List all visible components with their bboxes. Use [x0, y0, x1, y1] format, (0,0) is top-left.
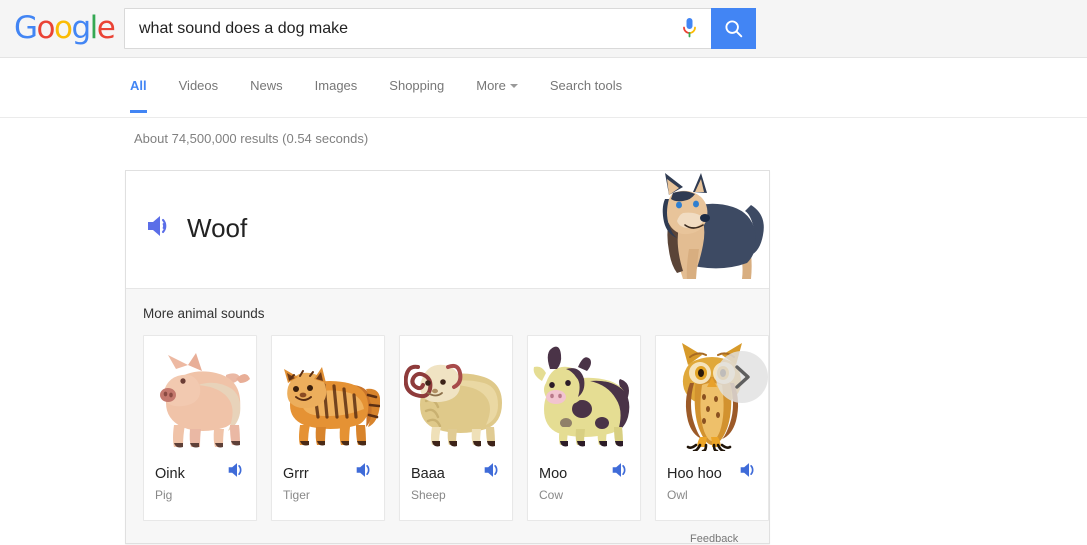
speaker-glyph [611, 461, 631, 479]
speaker-icon[interactable] [227, 461, 247, 484]
dog-illustration-glyph [639, 171, 769, 288]
speaker-icon[interactable] [611, 461, 631, 484]
animal-card-name: Cow [539, 488, 563, 502]
tab-search-tools[interactable]: Search tools [550, 78, 622, 113]
animal-cards-strip: Oink Pig [143, 335, 769, 521]
tab-more[interactable]: More [476, 78, 518, 113]
animal-card-name: Owl [667, 488, 688, 502]
tab-images-label: Images [315, 78, 358, 93]
more-animal-sounds-title: More animal sounds [143, 306, 769, 321]
answer-sound-row[interactable]: Woof [146, 213, 247, 244]
google-logo[interactable]: Google [14, 11, 114, 45]
chevron-down-icon [510, 84, 518, 88]
chevron-right-icon [731, 364, 753, 390]
logo-letter-4: l [90, 11, 97, 45]
logo-letter-3: g [71, 11, 89, 45]
search-nav-bar: All Videos News Images Shopping More Sea… [0, 58, 1087, 118]
sheep-illustration [400, 336, 512, 454]
speaker-icon[interactable] [739, 461, 759, 484]
speaker-icon[interactable] [483, 461, 503, 484]
tab-more-label: More [476, 78, 506, 93]
tab-news[interactable]: News [250, 78, 283, 113]
answer-sound-text: Woof [187, 213, 247, 244]
tab-images[interactable]: Images [315, 78, 358, 113]
tab-videos[interactable]: Videos [179, 78, 219, 113]
speaker-icon[interactable] [355, 461, 375, 484]
logo-letter-0: G [14, 11, 37, 45]
speaker-glyph [483, 461, 503, 479]
search-input[interactable] [125, 9, 667, 48]
animal-card-pig[interactable]: Oink Pig [143, 335, 257, 521]
tiger-illustration-glyph [276, 339, 380, 451]
animal-card-cow[interactable]: Moo Cow [527, 335, 641, 521]
animal-card-sound: Moo [539, 466, 567, 482]
tab-news-label: News [250, 78, 283, 93]
pig-illustration [144, 336, 256, 454]
dog-illustration [639, 171, 769, 288]
tab-shopping[interactable]: Shopping [389, 78, 444, 113]
animal-card-sound: Oink [155, 466, 185, 482]
speaker-glyph [227, 461, 247, 479]
sheep-illustration-glyph [404, 339, 508, 451]
tab-all-label: All [130, 78, 147, 93]
nav-items-container: All Videos News Images Shopping More Sea… [130, 58, 654, 117]
feedback-link[interactable]: Feedback [690, 533, 738, 545]
logo-letter-2: o [54, 11, 71, 45]
animal-card-sound: Baaa [411, 466, 445, 482]
tiger-illustration [272, 336, 384, 454]
animal-card-name: Pig [155, 488, 172, 502]
cow-illustration [528, 336, 640, 454]
animal-card-sheep[interactable]: Baaa Sheep [399, 335, 513, 521]
tab-videos-label: Videos [179, 78, 219, 93]
search-button[interactable] [711, 8, 756, 49]
logo-letter-1: o [37, 11, 54, 45]
more-animal-sounds-section: More animal sounds [126, 288, 769, 543]
animal-card-sound: Grrr [283, 466, 309, 482]
speaker-icon[interactable] [146, 213, 174, 244]
pig-illustration-glyph [148, 339, 252, 451]
logo-letter-5: e [97, 11, 115, 45]
cow-illustration-glyph [532, 339, 636, 451]
speaker-glyph [739, 461, 759, 479]
search-icon [723, 18, 745, 40]
speaker-glyph [146, 213, 174, 239]
answer-card-top: Woof [126, 171, 769, 288]
tab-search-tools-label: Search tools [550, 78, 622, 93]
tab-shopping-label: Shopping [389, 78, 444, 93]
animal-card-name: Tiger [283, 488, 310, 502]
search-box[interactable] [124, 8, 756, 49]
carousel-next-button[interactable] [716, 351, 768, 403]
tab-all[interactable]: All [130, 78, 147, 113]
microphone-glyph [681, 17, 698, 41]
animal-card-tiger[interactable]: Grrr Tiger [271, 335, 385, 521]
animal-card-sound: Hoo hoo [667, 466, 722, 482]
page-header: Google [0, 0, 1087, 58]
result-stats: About 74,500,000 results (0.54 seconds) [134, 131, 368, 146]
animal-card-name: Sheep [411, 488, 446, 502]
microphone-icon[interactable] [667, 9, 711, 48]
speaker-glyph [355, 461, 375, 479]
answer-card: Woof [125, 170, 770, 544]
